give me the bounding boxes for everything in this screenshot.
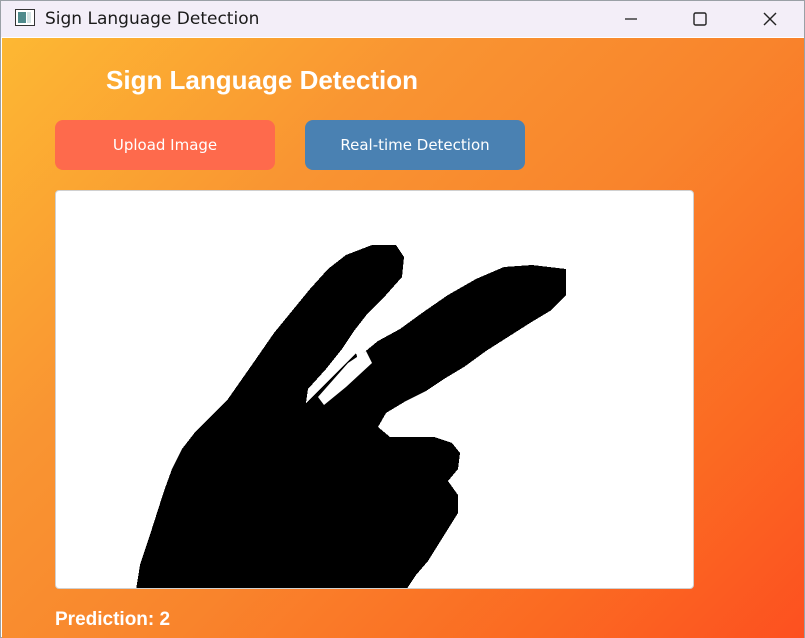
upload-image-button[interactable]: Upload Image <box>55 120 275 170</box>
page-title: Sign Language Detection <box>106 65 419 95</box>
hand-sign-image <box>136 245 566 588</box>
close-icon <box>763 12 777 26</box>
close-button[interactable] <box>747 1 793 37</box>
app-window: Sign Language Detection Sign Language De… <box>0 0 805 638</box>
minimize-icon <box>625 18 637 20</box>
realtime-detection-button[interactable]: Real-time Detection <box>305 120 525 170</box>
window-title: Sign Language Detection <box>45 9 260 29</box>
maximize-button[interactable] <box>677 1 723 37</box>
app-icon <box>15 9 35 26</box>
title-bar[interactable]: Sign Language Detection <box>1 1 804 37</box>
app-content: Sign Language Detection Upload Image Rea… <box>2 38 804 638</box>
maximize-icon <box>693 12 707 26</box>
prediction-label: Prediction: 2 <box>55 609 171 630</box>
minimize-button[interactable] <box>608 1 654 37</box>
image-preview <box>55 190 694 589</box>
